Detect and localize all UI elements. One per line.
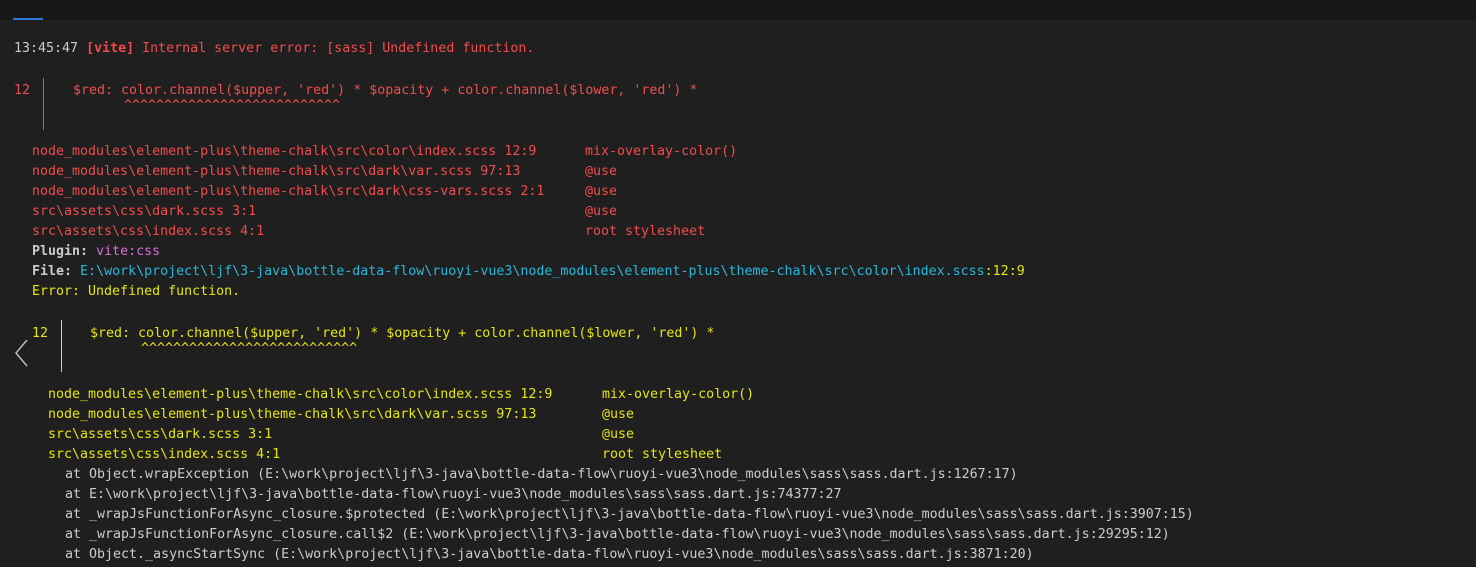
timestamp: 13:45:47: [14, 41, 79, 56]
trace-member: mix-overlay-color(): [585, 144, 738, 159]
trace-file[interactable]: node_modules\element-plus\theme-chalk\sr…: [32, 142, 536, 162]
file-path-link[interactable]: E:\work\project\ljf\3-java\bottle-data-f…: [80, 264, 985, 279]
trace-member: @use: [602, 427, 635, 442]
trace-member: mix-overlay-color(): [602, 387, 755, 402]
trace-member: @use: [585, 204, 618, 219]
trace-member: @use: [585, 164, 618, 179]
terminal-output[interactable]: 13:45:47 [vite] Internal server error: […: [0, 20, 1476, 567]
stack-frame[interactable]: at _wrapJsFunctionForAsync_closure.$prot…: [65, 505, 1194, 525]
file-position: :12:9: [984, 264, 1025, 279]
trace-member: @use: [602, 407, 635, 422]
stack-frame[interactable]: at Object._asyncStartSync (E:\work\proje…: [65, 545, 1034, 565]
plugin-label: Plugin:: [32, 244, 89, 259]
trace-file[interactable]: node_modules\element-plus\theme-chalk\sr…: [48, 405, 536, 425]
trace-file[interactable]: src\assets\css\index.scss 4:1: [32, 222, 264, 242]
snippet-carets: ^^^^^^^^^^^^^^^^^^^^^^^^^^^: [124, 98, 341, 113]
error-header: 13:45:47 [vite] Internal server error: […: [14, 39, 534, 59]
vite-tag: [vite]: [86, 41, 135, 56]
trace-file[interactable]: src\assets\css\index.scss 4:1: [48, 445, 280, 465]
snippet-line-number: 12: [32, 326, 49, 341]
trace-member: root stylesheet: [585, 224, 706, 239]
snippet-gutter: [61, 320, 62, 372]
trace-file[interactable]: node_modules\element-plus\theme-chalk\sr…: [48, 385, 552, 405]
file-label: File:: [32, 264, 73, 279]
stack-frame[interactable]: at _wrapJsFunctionForAsync_closure.call$…: [65, 525, 1170, 545]
trace-member: root stylesheet: [602, 447, 723, 462]
error-message: Internal server error: [sass] Undefined …: [134, 41, 535, 56]
plugin-name: vite:css: [96, 244, 161, 259]
plugin-line: Plugin: vite:css: [32, 242, 160, 262]
snippet-carets: ^^^^^^^^^^^^^^^^^^^^^^^^^^^: [141, 341, 358, 356]
trace-file[interactable]: node_modules\element-plus\theme-chalk\sr…: [32, 162, 520, 182]
trace-file[interactable]: node_modules\element-plus\theme-chalk\sr…: [32, 182, 544, 202]
snippet-line-number: 12: [14, 83, 31, 98]
error-line: Error: Undefined function.: [32, 284, 241, 299]
stack-frame[interactable]: at Object.wrapException (E:\work\project…: [65, 465, 1018, 485]
trace-file[interactable]: src\assets\css\dark.scss 3:1: [32, 202, 256, 222]
file-line: File: E:\work\project\ljf\3-java\bottle-…: [32, 262, 1025, 282]
chevron-left-icon[interactable]: [14, 338, 30, 368]
terminal-tab-bar: [0, 0, 1476, 20]
stack-frame[interactable]: at E:\work\project\ljf\3-java\bottle-dat…: [65, 485, 842, 505]
snippet-gutter: [43, 78, 44, 130]
trace-file[interactable]: src\assets\css\dark.scss 3:1: [48, 425, 272, 445]
trace-member: @use: [585, 184, 618, 199]
